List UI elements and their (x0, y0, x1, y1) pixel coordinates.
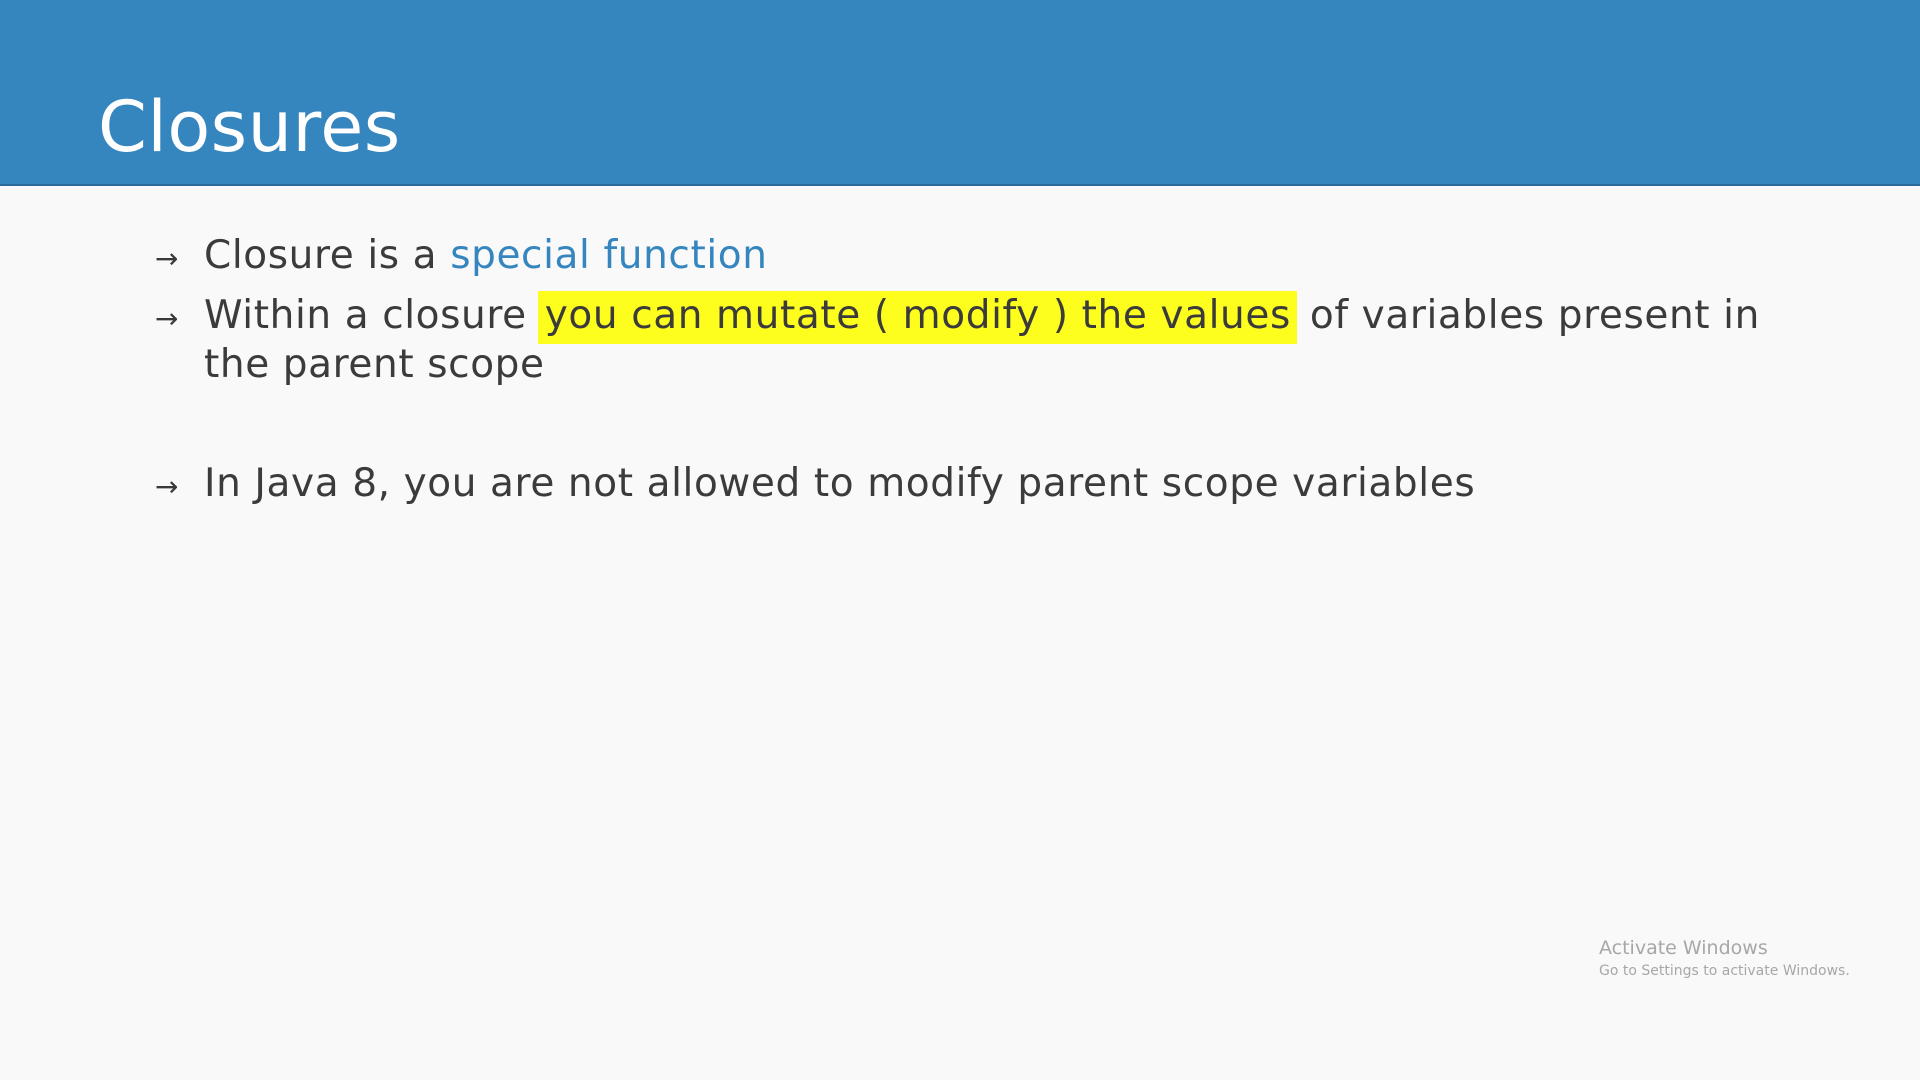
arrow-right-icon: → (155, 242, 179, 275)
watermark-subtitle: Go to Settings to activate Windows. (1599, 963, 1850, 979)
arrow-right-icon: → (155, 302, 179, 335)
accent-text: special function (450, 233, 768, 278)
bullet-text-plain: Within a closure (204, 293, 540, 338)
highlighted-text: you can mutate ( modify ) the values (537, 291, 1297, 344)
bullet-text: Within a closure you can mutate ( modify… (204, 291, 1774, 389)
slide-title: Closures (98, 86, 401, 168)
arrow-right-icon: → (155, 470, 179, 503)
bullet-text-plain: Closure is a (204, 233, 451, 278)
bullet-text: Closure is a special function (204, 231, 1774, 280)
bullet-text: In Java 8, you are not allowed to modify… (204, 461, 1476, 506)
activate-windows-watermark: Activate Windows Go to Settings to activ… (1599, 935, 1899, 981)
slide: Closures → Closure is a special function… (0, 0, 1920, 1080)
watermark-title: Activate Windows (1599, 937, 1768, 959)
